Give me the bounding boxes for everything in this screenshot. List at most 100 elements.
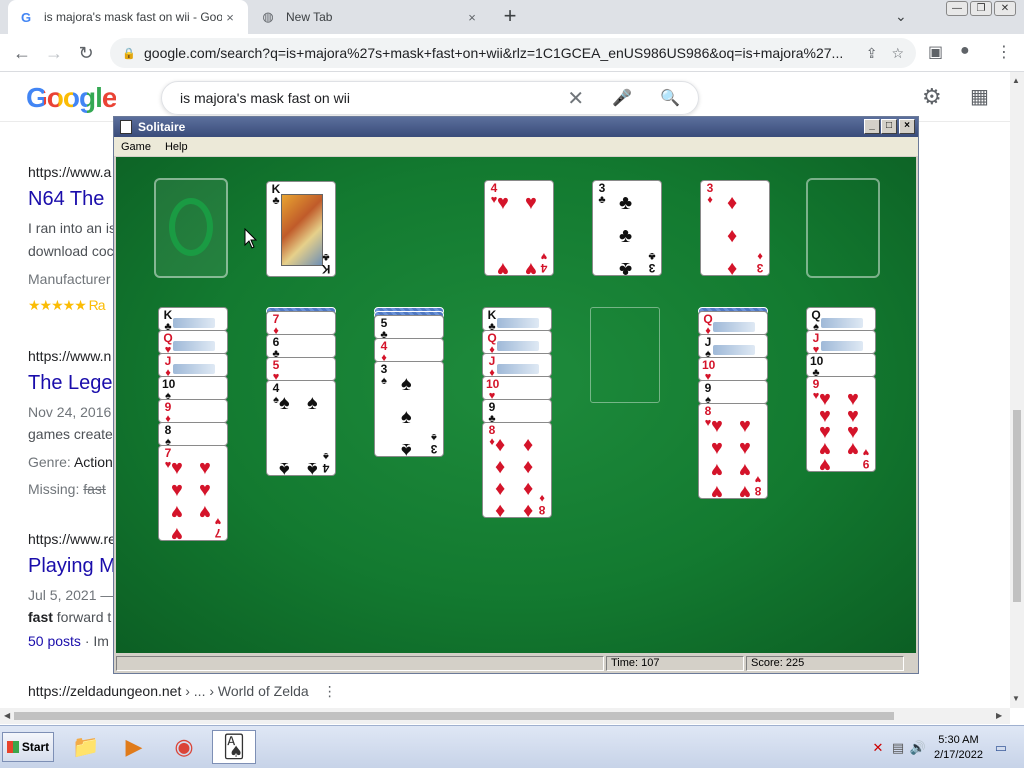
tableau-card[interactable]: Q ♠: [806, 307, 876, 331]
tableau-card[interactable]: 6 ♣: [266, 334, 336, 358]
side-panel-icon[interactable]: ▣: [928, 42, 943, 62]
tableau-card[interactable]: 9 ♣: [482, 399, 552, 423]
menu-help[interactable]: Help: [158, 141, 195, 153]
tableau-slot-empty[interactable]: [590, 307, 660, 403]
tab-close-icon[interactable]: ×: [464, 10, 480, 25]
start-button[interactable]: Start: [2, 732, 54, 762]
scroll-right-arrow-icon[interactable]: ▶: [996, 711, 1002, 720]
tableau-card[interactable]: J ♥: [806, 330, 876, 354]
tableau-top-card[interactable]: 9 ♥ ♥ ♥ ♥ ♥ ♥ ♥ ♥ ♥ ♥ 9 ♥: [806, 376, 876, 472]
result-url[interactable]: https://zeldadungeon.net: [28, 683, 181, 699]
result-url[interactable]: https://www.a: [28, 164, 111, 180]
share-icon[interactable]: ⇪: [866, 45, 878, 62]
scroll-thumb[interactable]: [1013, 410, 1021, 602]
tableau-card[interactable]: 8 ♠: [158, 422, 228, 446]
close-button[interactable]: ×: [899, 119, 915, 134]
foundation-card[interactable]: 3 ♣ ♣ ♣ ♣ 3 ♣: [592, 180, 662, 276]
suit-pip-icon: ♣: [619, 225, 633, 247]
taskbar-solitaire-icon[interactable]: 🂡: [212, 730, 256, 764]
tableau-top-card[interactable]: 3 ♠ ♠ ♠ ♠ 3 ♠: [374, 361, 444, 457]
tableau-card[interactable]: J ♦: [158, 353, 228, 377]
more-options-icon[interactable]: ⋮: [323, 683, 337, 699]
tableau-card[interactable]: J ♠: [698, 334, 768, 358]
taskbar-chrome-icon[interactable]: ◉: [162, 730, 206, 764]
bookmark-star-icon[interactable]: ☆: [891, 45, 904, 62]
result-title[interactable]: N64 The: [28, 188, 104, 211]
search-input[interactable]: is majora's mask fast on wii: [180, 90, 567, 106]
tableau-card[interactable]: 5 ♥: [266, 357, 336, 381]
address-bar[interactable]: 🔒 google.com/search?q=is+majora%27s+mask…: [110, 38, 916, 68]
solitaire-title-bar[interactable]: Solitaire _ □ ×: [114, 117, 918, 137]
taskbar-media-player-icon[interactable]: ▶: [112, 730, 156, 764]
scroll-down-arrow-icon[interactable]: ▼: [1012, 694, 1020, 703]
menu-game[interactable]: Game: [114, 141, 158, 153]
settings-gear-icon[interactable]: ⚙: [922, 84, 942, 110]
maximize-button[interactable]: □: [881, 119, 897, 134]
posts-link[interactable]: 50 posts: [28, 633, 81, 649]
foundation-slot-empty[interactable]: [806, 178, 880, 278]
tableau-card[interactable]: 4 ♦: [374, 338, 444, 362]
tab-close-icon[interactable]: ×: [222, 10, 238, 25]
tableau-card[interactable]: 10 ♥: [698, 357, 768, 381]
tableau-card[interactable]: 9 ♦: [158, 399, 228, 423]
back-arrow-icon[interactable]: ←: [10, 42, 34, 64]
tableau-top-card[interactable]: 8 ♦ ♦ ♦ ♦ ♦ ♦ ♦ ♦ ♦ 8 ♦: [482, 422, 552, 518]
result-breadcrumb[interactable]: https://zeldadungeon.net › ... › World o…: [28, 683, 337, 700]
clear-search-icon[interactable]: ✕: [567, 86, 584, 111]
forward-arrow-icon[interactable]: →: [42, 42, 66, 64]
minimize-button[interactable]: —: [946, 1, 968, 16]
tableau-top-card[interactable]: 7 ♥ ♥ ♥ ♥ ♥ ♥ ♥ ♥ 7 ♥: [158, 445, 228, 541]
chrome-menu-icon[interactable]: ⋮: [996, 42, 1012, 62]
tableau-top-card[interactable]: 8 ♥ ♥ ♥ ♥ ♥ ♥ ♥ ♥ ♥ 8 ♥: [698, 403, 768, 499]
restore-button[interactable]: ❐: [970, 1, 992, 16]
result-url[interactable]: https://www.n: [28, 348, 111, 364]
foundation-card[interactable]: 3 ♦ ♦ ♦ ♦ 3 ♦: [700, 180, 770, 276]
new-tab-button[interactable]: +: [498, 5, 522, 29]
page-horizontal-scrollbar[interactable]: ◀ ▶: [0, 708, 1010, 724]
lock-icon[interactable]: 🔒: [122, 47, 136, 60]
network-error-icon[interactable]: ✕: [868, 740, 888, 756]
voice-search-icon[interactable]: 🎤: [612, 88, 632, 108]
google-search-box[interactable]: is majora's mask fast on wii ✕ 🎤 🔍: [161, 81, 699, 115]
profile-avatar-icon[interactable]: ●: [960, 42, 970, 60]
tableau-card[interactable]: 5 ♣: [374, 315, 444, 339]
tableau-card[interactable]: K ♣: [158, 307, 228, 331]
tableau-card[interactable]: 7 ♦: [266, 311, 336, 335]
foundation-card[interactable]: 4 ♥ ♥ ♥ ♥ ♥ 4 ♥: [484, 180, 554, 276]
scroll-left-arrow-icon[interactable]: ◀: [4, 711, 10, 720]
page-vertical-scrollbar[interactable]: ▲ ▼: [1010, 72, 1024, 708]
minimize-button[interactable]: _: [864, 119, 880, 134]
search-icon[interactable]: 🔍: [660, 88, 680, 108]
tab-new-tab[interactable]: ◍ New Tab ×: [250, 0, 490, 34]
tableau-card[interactable]: J ♦: [482, 353, 552, 377]
tab-search-chevron-icon[interactable]: ⌄: [895, 8, 907, 25]
network-icon[interactable]: ▤: [888, 740, 908, 756]
result-title[interactable]: Playing M: [28, 555, 116, 578]
waste-card[interactable]: K ♣ K ♣: [266, 181, 336, 277]
address-url[interactable]: google.com/search?q=is+majora%27s+mask+f…: [144, 45, 852, 61]
suit-pip-icon: ♦: [727, 258, 738, 276]
tab-google-search[interactable]: G is majora's mask fast on wii - Goog ×: [8, 0, 248, 34]
result-url[interactable]: https://www.re: [28, 531, 116, 547]
tableau-card[interactable]: Q ♦: [698, 311, 768, 335]
show-desktop-icon[interactable]: ▭: [991, 740, 1011, 756]
clock[interactable]: 5:30 AM 2/17/2022: [934, 733, 983, 763]
tableau-card[interactable]: K ♣: [482, 307, 552, 331]
tableau-card[interactable]: 9 ♠: [698, 380, 768, 404]
close-button[interactable]: ✕: [994, 1, 1016, 16]
tableau-card[interactable]: 10 ♥: [482, 376, 552, 400]
google-apps-icon[interactable]: ▦: [970, 84, 989, 109]
tableau-card[interactable]: Q ♥: [158, 330, 228, 354]
google-logo[interactable]: Google: [26, 82, 117, 114]
result-title[interactable]: The Lege: [28, 372, 113, 395]
scroll-thumb[interactable]: [14, 712, 894, 720]
tableau-card[interactable]: Q ♦: [482, 330, 552, 354]
reload-icon[interactable]: ↻: [74, 42, 98, 64]
tableau-card[interactable]: 10 ♠: [158, 376, 228, 400]
volume-icon[interactable]: 🔊: [908, 740, 928, 756]
tableau-card[interactable]: 10 ♣: [806, 353, 876, 377]
taskbar-explorer-icon[interactable]: 📁: [64, 730, 108, 764]
scroll-up-arrow-icon[interactable]: ▲: [1012, 76, 1020, 85]
tableau-top-card[interactable]: 4 ♠ ♠ ♠ ♠ ♠ 4 ♠: [266, 380, 336, 476]
stock-pile[interactable]: [154, 178, 228, 278]
